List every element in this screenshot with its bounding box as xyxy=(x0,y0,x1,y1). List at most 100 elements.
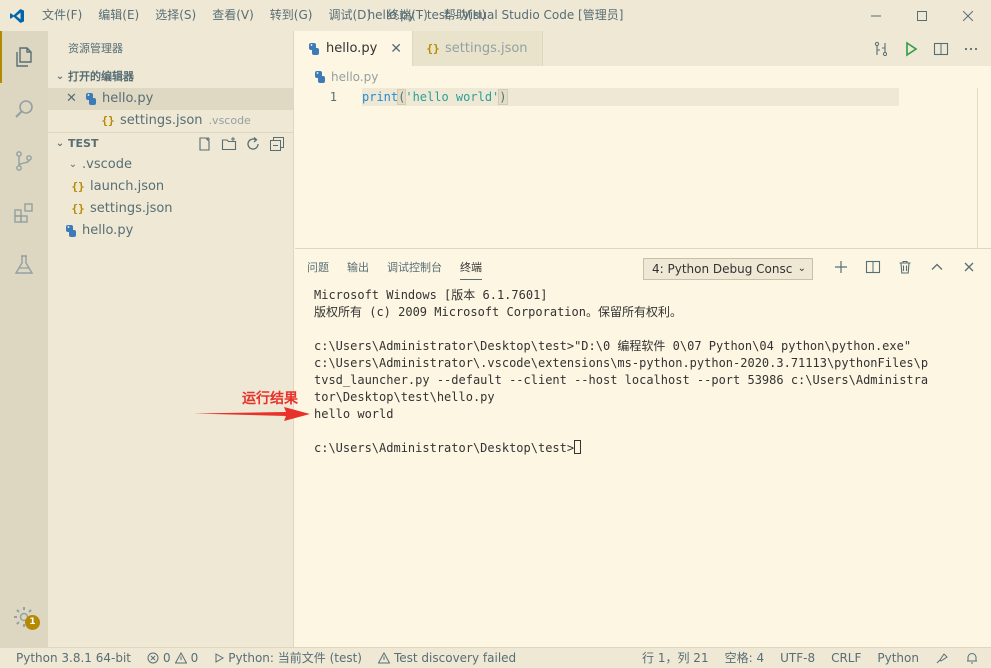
json-file-icon: {} xyxy=(426,42,440,55)
tab-problems[interactable]: 问题 xyxy=(307,259,329,280)
json-file-icon: {} xyxy=(71,180,85,193)
source-control-icon[interactable] xyxy=(0,135,48,187)
extensions-icon[interactable] xyxy=(0,187,48,239)
menu-selection[interactable]: 选择(S) xyxy=(147,0,204,31)
open-editors-header[interactable]: ⌄ 打开的编辑器 xyxy=(48,66,293,88)
run-file-icon[interactable] xyxy=(903,41,919,57)
vscode-logo-icon xyxy=(0,0,34,31)
feedback-icon[interactable] xyxy=(927,648,957,668)
explorer-icon[interactable] xyxy=(0,31,48,83)
close-window-button[interactable] xyxy=(945,0,991,31)
split-editor-icon[interactable] xyxy=(933,41,949,57)
menu-help[interactable]: 帮助(H) xyxy=(436,0,494,31)
close-panel-icon[interactable] xyxy=(961,259,977,275)
tab-hello-py[interactable]: hello.py ✕ xyxy=(295,31,413,66)
menu-edit[interactable]: 编辑(E) xyxy=(90,0,147,31)
terminal-output[interactable]: Microsoft Windows [版本 6.1.7601] 版权所有 (c) … xyxy=(314,287,929,457)
refresh-icon[interactable] xyxy=(245,136,261,152)
notifications-bell-icon[interactable] xyxy=(957,648,991,668)
trash-icon[interactable] xyxy=(897,259,913,275)
terminal-prompt-line: c:\Users\Administrator\Desktop\test> xyxy=(314,440,914,457)
tab-debug-console[interactable]: 调试控制台 xyxy=(387,259,442,280)
tab-label: hello.py xyxy=(326,41,378,56)
editor-tabs: hello.py ✕ {} settings.json xyxy=(295,31,991,66)
breadcrumb[interactable]: hello.py xyxy=(313,66,378,88)
terminal-line: hello world xyxy=(314,407,394,421)
menu-go[interactable]: 转到(G) xyxy=(262,0,321,31)
explorer-sidebar: 资源管理器 ⌄ 打开的编辑器 ✕ hello.py {} settings.js… xyxy=(48,31,294,647)
tab-settings-json[interactable]: {} settings.json xyxy=(413,31,543,66)
open-editor-item-settings-json[interactable]: {} settings.json .vscode xyxy=(48,110,293,132)
tab-output[interactable]: 输出 xyxy=(347,259,369,280)
tab-terminal[interactable]: 终端 xyxy=(460,259,482,280)
split-terminal-icon[interactable] xyxy=(865,259,881,275)
cursor-position[interactable]: 行 1，列 21 xyxy=(634,648,717,668)
open-editors-label: 打开的编辑器 xyxy=(68,70,134,83)
notification-badge: 1 xyxy=(25,615,40,630)
indentation[interactable]: 空格: 4 xyxy=(717,648,773,668)
close-editor-icon[interactable]: ✕ xyxy=(66,88,84,110)
code-paren: ) xyxy=(498,89,508,105)
open-editor-desc: .vscode xyxy=(208,114,251,127)
menu-view[interactable]: 查看(V) xyxy=(204,0,262,31)
new-file-icon[interactable] xyxy=(197,136,213,152)
error-count: 0 xyxy=(163,650,171,665)
maximize-button[interactable] xyxy=(899,0,945,31)
play-icon xyxy=(215,653,225,663)
collapse-all-icon[interactable] xyxy=(269,136,285,152)
code-editor[interactable]: 1 print('hello world') xyxy=(295,88,991,248)
window-controls xyxy=(853,0,991,31)
panel-actions xyxy=(833,259,977,275)
file-name: hello.py xyxy=(82,223,134,238)
error-icon xyxy=(147,652,159,664)
tree-file-settings-json[interactable]: {} settings.json xyxy=(48,198,293,220)
terminal-line: tor\Desktop\test\hello.py xyxy=(314,390,495,404)
open-editor-name: settings.json xyxy=(120,113,203,128)
terminal-line: tvsd_launcher.py --default --client --ho… xyxy=(314,373,929,387)
tree-file-hello-py[interactable]: hello.py xyxy=(48,220,293,242)
compare-changes-icon[interactable] xyxy=(873,41,889,57)
editor-scrollbar[interactable] xyxy=(977,88,978,248)
test-status[interactable]: Test discovery failed xyxy=(370,648,524,668)
new-folder-icon[interactable] xyxy=(221,136,237,152)
code-line[interactable]: print('hello world') xyxy=(362,88,508,106)
search-icon[interactable] xyxy=(0,83,48,135)
menu-terminal[interactable]: 终端(T) xyxy=(379,0,436,31)
minimize-button[interactable] xyxy=(853,0,899,31)
json-file-icon: {} xyxy=(101,114,115,127)
menu-bar: 文件(F) 编辑(E) 选择(S) 查看(V) 转到(G) 调试(D) 终端(T… xyxy=(34,0,494,31)
workspace-label: TEST xyxy=(68,136,99,150)
end-of-line[interactable]: CRLF xyxy=(823,648,869,668)
file-encoding[interactable]: UTF-8 xyxy=(772,648,823,668)
menu-debug[interactable]: 调试(D) xyxy=(320,0,379,31)
python-file-icon xyxy=(309,42,319,55)
problems-summary[interactable]: 0 0 xyxy=(139,648,206,668)
open-editor-item-hello-py[interactable]: ✕ hello.py xyxy=(48,88,293,110)
chevron-down-icon: ⌄ xyxy=(68,159,78,170)
new-terminal-icon[interactable] xyxy=(833,259,849,275)
warning-icon xyxy=(174,652,187,664)
workspace-header[interactable]: ⌄ TEST xyxy=(48,132,293,154)
terminal-cursor xyxy=(574,440,582,454)
terminal-select[interactable]: 4: Python Debug Consc ⌄ xyxy=(643,258,813,280)
language-mode[interactable]: Python xyxy=(869,648,927,668)
title-bar: 文件(F) 编辑(E) 选择(S) 查看(V) 转到(G) 调试(D) 终端(T… xyxy=(0,0,991,31)
maximize-panel-icon[interactable] xyxy=(929,259,945,275)
menu-file[interactable]: 文件(F) xyxy=(34,0,90,31)
annotation-arrow-icon xyxy=(194,407,310,421)
python-file-icon xyxy=(315,71,325,83)
tree-folder-vscode[interactable]: ⌄ .vscode xyxy=(48,154,293,176)
json-file-icon: {} xyxy=(71,202,85,215)
line-number: 1 xyxy=(329,90,337,104)
tree-file-launch-json[interactable]: {} launch.json xyxy=(48,176,293,198)
python-interpreter[interactable]: Python 3.8.1 64-bit xyxy=(0,648,139,668)
more-actions-icon[interactable] xyxy=(963,41,979,57)
code-keyword: print xyxy=(362,90,399,104)
manage-gear-icon[interactable]: 1 xyxy=(0,595,48,639)
editor-actions xyxy=(873,31,991,66)
run-configuration[interactable]: Python: 当前文件 (test) xyxy=(206,648,370,668)
close-tab-icon[interactable]: ✕ xyxy=(390,41,402,57)
test-flask-icon[interactable] xyxy=(0,239,48,291)
terminal-line: c:\Users\Administrator\Desktop\test>"D:\… xyxy=(314,339,912,353)
